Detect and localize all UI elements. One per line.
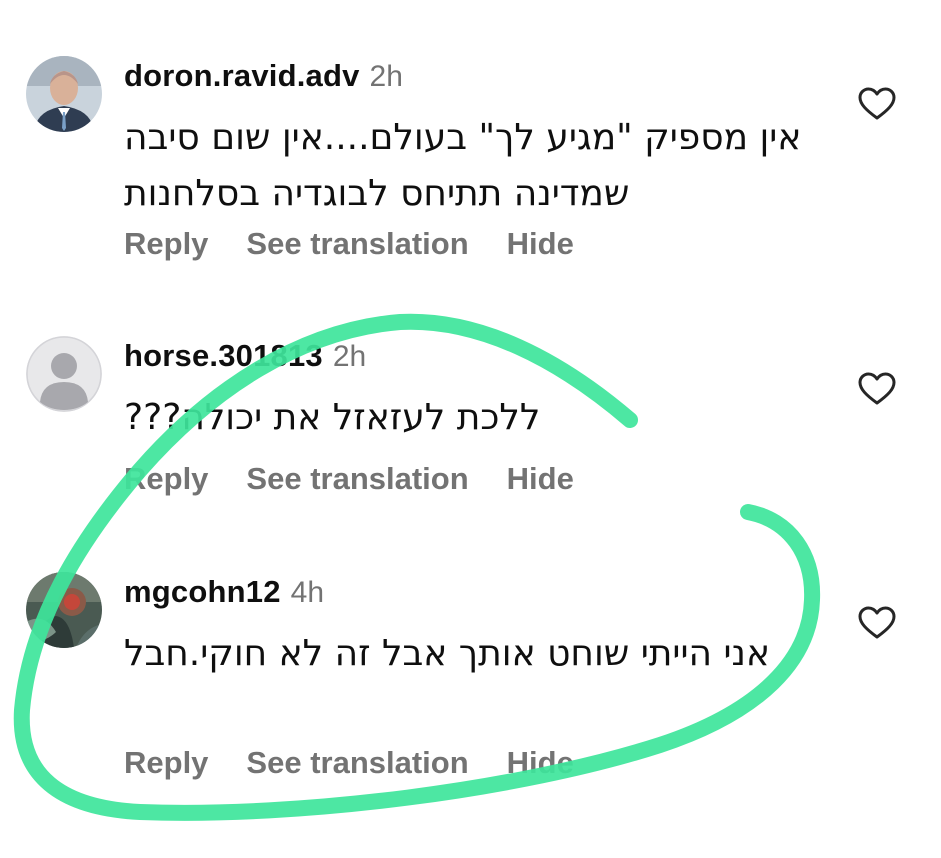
profile-photo-icon [26,56,102,132]
hide-button[interactable]: Hide [507,461,574,496]
hide-button[interactable]: Hide [507,226,574,261]
heart-outline-icon[interactable] [858,87,896,121]
comment-text: אין מספיק "מגיע לך" בעולם....אין שום סיב… [124,117,802,214]
heart-outline-icon[interactable] [858,606,896,640]
hide-button[interactable]: Hide [507,745,574,780]
comment-header: doron.ravid.adv 2h [124,56,403,96]
avatar[interactable] [26,336,102,412]
timestamp: 2h [332,340,367,373]
see-translation-button[interactable]: See translation [246,461,468,496]
avatar[interactable] [26,56,102,132]
comment-header: mgcohn12 4h [124,572,324,612]
reply-button[interactable]: Reply [124,461,208,496]
see-translation-button[interactable]: See translation [246,226,468,261]
comment-header: horse.301813 2h [124,336,366,376]
username[interactable]: mgcohn12 [124,574,281,609]
username[interactable]: doron.ravid.adv [124,58,360,93]
reply-button[interactable]: Reply [124,226,208,261]
username[interactable]: horse.301813 [124,338,323,373]
see-translation-button[interactable]: See translation [246,745,468,780]
timestamp: 2h [369,60,403,93]
comment-actions: Reply See translation Hide [124,459,612,499]
default-avatar-icon [26,336,102,412]
heart-outline-icon[interactable] [858,372,896,406]
profile-photo-icon [26,572,102,648]
reply-button[interactable]: Reply [124,745,208,780]
comment-actions: Reply See translation Hide [124,224,612,264]
comment-text: ללכת לעזאזל את יכולה??? [124,397,541,438]
timestamp: 4h [290,576,325,609]
avatar[interactable] [26,572,102,648]
comment-actions: Reply See translation Hide [124,743,612,783]
comment-text: אני הייתי שוחט אותך אבל זה לא חוקי.חבל [124,633,771,674]
